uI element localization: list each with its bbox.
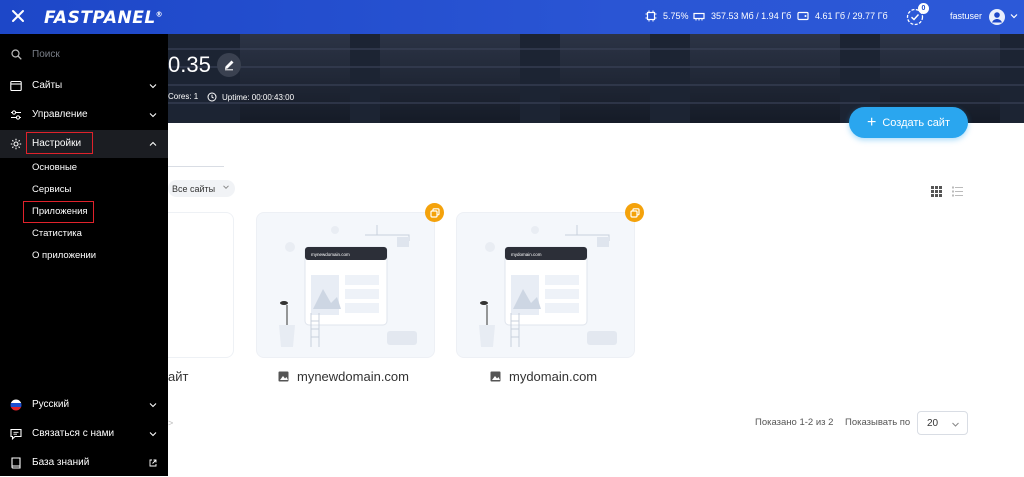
highlight-box <box>26 132 93 154</box>
site-card-label[interactable]: mydomain.com <box>490 369 597 384</box>
chevron-down-icon <box>223 185 229 190</box>
gear-icon <box>10 138 22 150</box>
plus-icon: + <box>866 113 877 131</box>
search-icon <box>11 49 22 60</box>
sidebar-item-sites[interactable]: Сайты <box>0 72 168 100</box>
top-bar: FASTPANEL® 5.75% 357.53 Мб / 1.94 Гб 4.6… <box>0 0 1024 34</box>
sidebar-subitem-statistics[interactable]: Статистика <box>32 228 82 239</box>
disk-icon <box>797 11 809 21</box>
chevron-down-icon <box>149 84 157 89</box>
pagination-next-icon[interactable]: > <box>168 418 173 428</box>
list-view-icon[interactable] <box>952 186 963 197</box>
sidebar-search[interactable]: Поиск <box>0 44 168 66</box>
sidebar-subitem-about[interactable]: О приложении <box>32 250 96 261</box>
uptime-info: Uptime: 00:00:43:00 <box>207 92 294 102</box>
sidebar: Поиск Сайты Управление Настройки Основны… <box>0 34 168 476</box>
copy-button[interactable] <box>625 203 644 222</box>
edit-button[interactable] <box>217 53 241 77</box>
chevron-down-icon <box>149 432 157 437</box>
disk-usage: 4.61 Гб / 29.77 Гб <box>797 10 888 22</box>
book-icon <box>11 457 21 469</box>
site-card-label[interactable]: айт <box>168 369 188 384</box>
sites-icon <box>10 80 22 92</box>
cpu-icon <box>645 10 657 22</box>
sidebar-item-knowledge-base[interactable]: База знаний <box>0 449 168 477</box>
pencil-icon <box>225 60 234 71</box>
sidebar-item-management[interactable]: Управление <box>0 101 168 129</box>
chevron-down-icon[interactable] <box>1010 12 1018 20</box>
user-icon <box>992 12 1002 23</box>
user-avatar[interactable] <box>989 9 1005 25</box>
create-site-button[interactable]: + Создать сайт <box>849 107 968 138</box>
site-preview-text: mynewdomain.com <box>311 252 350 257</box>
ram-usage: 357.53 Мб / 1.94 Гб <box>693 10 791 22</box>
chevron-down-icon <box>149 113 157 118</box>
image-icon <box>278 371 289 382</box>
copy-icon <box>629 207 640 218</box>
sliders-icon <box>11 110 21 120</box>
cpu-usage: 5.75% <box>645 10 689 22</box>
chevron-down-icon <box>149 403 157 408</box>
user-name[interactable]: fastuser <box>950 11 982 21</box>
close-icon[interactable] <box>10 8 26 24</box>
site-filter-select[interactable]: Все сайты <box>168 180 236 197</box>
chat-icon <box>10 428 22 440</box>
image-icon <box>490 371 501 382</box>
copy-button[interactable] <box>425 203 444 222</box>
notifications-button[interactable]: 0 <box>906 3 929 26</box>
clock-icon <box>207 92 217 102</box>
sidebar-subitem-general[interactable]: Основные <box>32 162 77 173</box>
copy-icon <box>429 207 440 218</box>
cores-info: Cores: 1 <box>168 92 199 101</box>
per-page-select[interactable]: 20 <box>917 411 968 435</box>
site-preview-illustration: mynewdomain.com <box>279 225 417 347</box>
search-placeholder: Поиск <box>32 49 60 60</box>
sidebar-item-contact[interactable]: Связаться с нами <box>0 420 168 448</box>
site-preview-illustration: mydomain.com <box>479 225 617 347</box>
app-logo[interactable]: FASTPANEL® <box>44 8 163 28</box>
memory-icon <box>693 12 705 21</box>
site-card-label[interactable]: mynewdomain.com <box>278 369 409 384</box>
site-card[interactable] <box>168 212 234 358</box>
pagination-summary: Показано 1-2 из 2 <box>755 417 834 428</box>
chevron-up-icon <box>149 141 157 146</box>
site-card-mynewdomain[interactable]: mynewdomain.com <box>256 212 435 358</box>
notification-count: 0 <box>918 3 929 14</box>
grid-view-icon[interactable] <box>931 186 942 197</box>
tabs-divider <box>168 166 224 167</box>
server-title: 0.35 <box>168 52 211 77</box>
external-link-icon <box>149 459 157 467</box>
site-preview-text: mydomain.com <box>511 252 542 257</box>
highlight-box <box>23 201 94 223</box>
sidebar-subitem-services[interactable]: Сервисы <box>32 184 71 195</box>
flag-ru-icon <box>10 399 22 411</box>
site-card-mydomain[interactable]: mydomain.com <box>456 212 635 358</box>
chevron-down-icon <box>952 422 959 427</box>
per-page-label: Показывать по <box>845 417 911 428</box>
sidebar-item-language[interactable]: Русский <box>0 391 168 419</box>
